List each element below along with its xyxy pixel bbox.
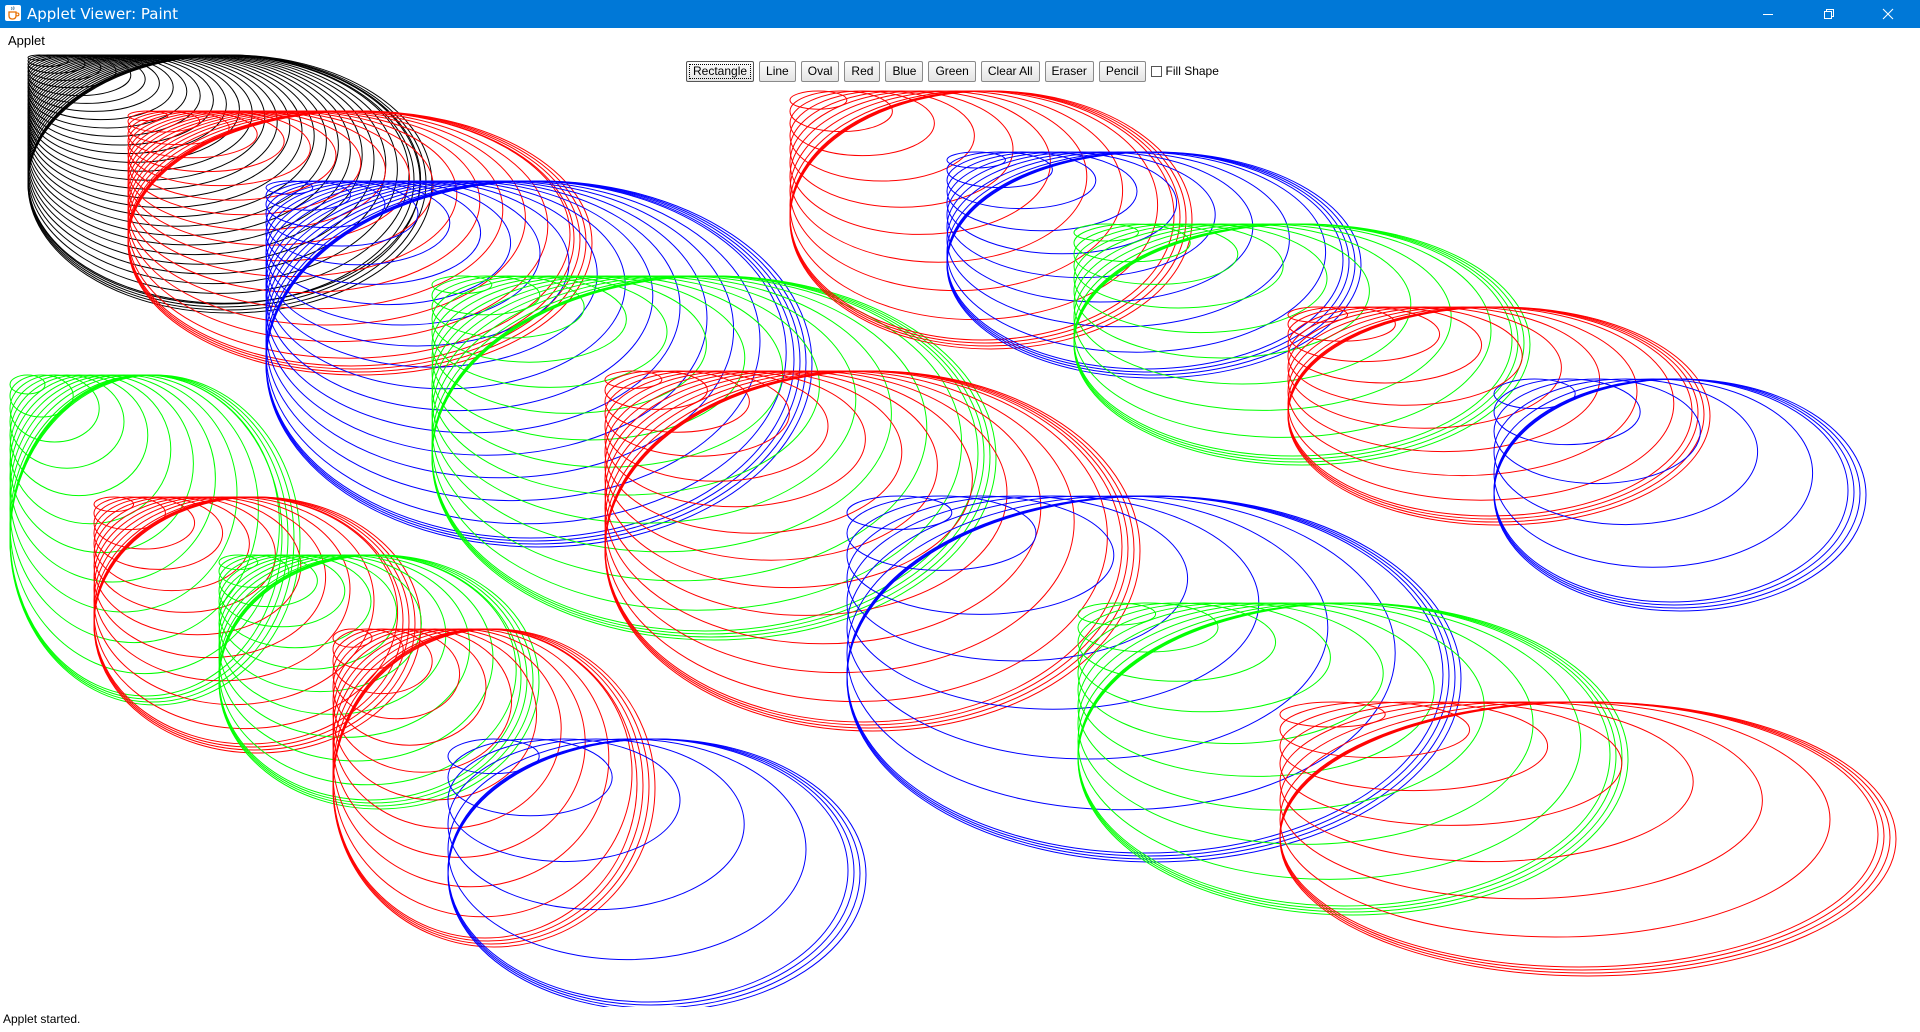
oval-stroke-group <box>127 110 593 376</box>
drawing-surface[interactable] <box>0 53 1920 1007</box>
oval-stroke <box>332 628 610 888</box>
blue-button[interactable]: Blue <box>885 60 924 82</box>
red-button[interactable]: Red <box>844 60 881 82</box>
oval-stroke <box>93 496 302 636</box>
oval-stroke <box>9 374 216 583</box>
window-title: Applet Viewer: Paint <box>27 5 179 23</box>
oval-stroke <box>332 628 586 858</box>
oval-stroke <box>1073 223 1412 385</box>
clear-all-button[interactable]: Clear All <box>980 60 1040 82</box>
oval-stroke <box>946 151 1327 353</box>
menu-bar: Applet <box>0 28 1920 53</box>
oval-stroke <box>1287 306 1638 477</box>
oval-stroke-group <box>846 495 1462 863</box>
oval-stroke <box>1287 306 1675 501</box>
oval-stroke <box>1279 701 1831 938</box>
oval-stroke <box>1073 223 1492 438</box>
fill-shape-toggle[interactable]: Fill Shape <box>1150 64 1219 78</box>
oval-stroke <box>447 738 807 961</box>
oval-stroke-group <box>93 496 422 754</box>
oval-stroke <box>789 90 1051 235</box>
oval-stroke <box>27 54 327 227</box>
title-bar: Applet Viewer: Paint <box>0 0 1920 28</box>
oval-stroke <box>604 370 973 589</box>
oval-stroke <box>27 54 303 209</box>
status-text: Applet started. <box>3 1012 81 1026</box>
fill-shape-checkbox[interactable] <box>1150 65 1162 77</box>
oval-stroke-group <box>789 90 1193 350</box>
oval-stroke <box>1077 602 1534 845</box>
oval-stroke <box>604 370 1108 703</box>
close-button[interactable] <box>1858 0 1918 28</box>
oval-stroke <box>1077 602 1435 777</box>
oval-stroke-group <box>218 554 540 810</box>
oval-stroke <box>604 370 938 561</box>
java-cup-icon <box>5 5 21 21</box>
oval-stroke <box>332 628 538 801</box>
oval-stroke <box>218 554 494 762</box>
status-bar: Applet started. <box>0 1007 1920 1032</box>
oval-stroke <box>93 496 399 730</box>
oval-stroke <box>265 180 681 434</box>
restore-button[interactable] <box>1799 0 1859 28</box>
menu-applet[interactable]: Applet <box>8 33 45 48</box>
oval-stroke <box>9 374 194 554</box>
rectangle-button[interactable]: Rectangle <box>686 60 755 82</box>
oval-stroke <box>431 275 892 553</box>
fill-shape-label: Fill Shape <box>1165 64 1219 78</box>
oval-stroke <box>1077 602 1485 811</box>
oval-stroke <box>218 554 422 693</box>
oval-stroke <box>1279 701 1763 900</box>
oval-stroke-group <box>431 275 997 641</box>
oval-button[interactable]: Oval <box>800 60 840 82</box>
drawing-canvas[interactable]: Rectangle Line Oval Red Blue Green Clear… <box>0 53 1920 1007</box>
oval-stroke <box>447 738 861 1007</box>
oval-stroke <box>431 275 857 524</box>
oval-stroke <box>789 90 1088 263</box>
oval-stroke-group <box>27 54 433 314</box>
close-icon <box>1882 8 1894 20</box>
green-button[interactable]: Green <box>928 60 976 82</box>
oval-stroke <box>9 374 238 613</box>
oval-stroke <box>93 496 327 659</box>
oval-stroke-group <box>1077 602 1629 916</box>
oval-stroke-group <box>1493 378 1867 612</box>
line-button[interactable]: Line <box>759 60 796 82</box>
oval-stroke <box>946 151 1216 279</box>
oval-stroke <box>265 180 708 456</box>
pencil-button[interactable]: Pencil <box>1098 60 1146 82</box>
oval-stroke <box>447 738 867 1007</box>
oval-stroke-group <box>447 738 867 1007</box>
oval-stroke-group <box>9 374 301 706</box>
minimize-button[interactable] <box>1738 0 1798 28</box>
restore-icon <box>1824 9 1834 19</box>
oval-stroke <box>9 374 301 706</box>
minimize-icon <box>1763 14 1773 15</box>
toolbar: Rectangle Line Oval Red Blue Green Clear… <box>686 59 1219 83</box>
applet-viewer-window: Applet Viewer: Paint Applet Rectangle Li… <box>0 0 1920 1032</box>
oval-stroke <box>1279 701 1694 863</box>
oval-stroke <box>127 110 434 262</box>
eraser-button[interactable]: Eraser <box>1044 60 1094 82</box>
oval-stroke-group <box>265 180 813 548</box>
oval-stroke <box>789 90 1124 292</box>
oval-stroke <box>332 628 562 829</box>
